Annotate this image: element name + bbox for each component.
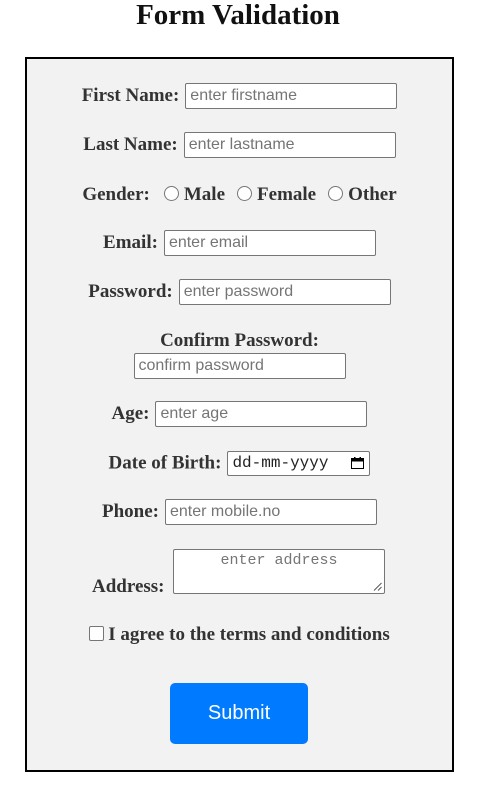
phone-label: Phone: bbox=[102, 501, 159, 522]
dob-row: Date of Birth: dd-mm-yyyy bbox=[27, 451, 452, 476]
address-textarea[interactable]: enter address bbox=[173, 549, 385, 594]
gender-other-label[interactable]: Other bbox=[348, 184, 397, 205]
gender-row: Gender: Male Female Other bbox=[27, 184, 452, 206]
age-label: Age: bbox=[111, 403, 150, 424]
gender-male-radio[interactable] bbox=[163, 185, 179, 201]
dob-input[interactable]: dd-mm-yyyy bbox=[227, 451, 371, 476]
address-label: Address: bbox=[92, 576, 165, 597]
confirm-password-label: Confirm Password: bbox=[160, 330, 319, 351]
last-name-label: Last Name: bbox=[83, 134, 178, 155]
gender-label: Gender: bbox=[82, 184, 150, 205]
last-name-row: Last Name: bbox=[27, 132, 452, 158]
terms-label[interactable]: I agree to the terms and conditions bbox=[108, 624, 389, 645]
phone-row: Phone: bbox=[27, 499, 452, 525]
calendar-icon[interactable] bbox=[351, 457, 365, 469]
submit-button[interactable]: Submit bbox=[170, 683, 308, 744]
confirm-password-row: Confirm Password: bbox=[27, 329, 452, 379]
validation-form: First Name: Last Name: Gender: Male Fema… bbox=[25, 57, 454, 772]
first-name-input[interactable] bbox=[185, 83, 398, 109]
page-title: Form Validation bbox=[136, 0, 340, 31]
confirm-password-input[interactable] bbox=[133, 353, 346, 379]
terms-row: I agree to the terms and conditions bbox=[27, 624, 452, 646]
password-row: Password: bbox=[27, 279, 452, 305]
gender-male-label[interactable]: Male bbox=[184, 184, 225, 205]
phone-input[interactable] bbox=[165, 499, 377, 525]
password-input[interactable] bbox=[178, 279, 391, 305]
password-label: Password: bbox=[88, 281, 173, 302]
first-name-row: First Name: bbox=[27, 83, 452, 109]
terms-checkbox[interactable] bbox=[89, 625, 105, 641]
last-name-input[interactable] bbox=[183, 132, 396, 158]
age-input[interactable] bbox=[155, 401, 368, 427]
resize-grip-icon[interactable] bbox=[373, 582, 382, 591]
email-label: Email: bbox=[103, 232, 158, 253]
first-name-label: First Name: bbox=[81, 85, 180, 106]
dob-label: Date of Birth: bbox=[108, 452, 222, 474]
gender-female-radio[interactable] bbox=[237, 185, 253, 201]
dob-value: dd-mm-yyyy bbox=[232, 454, 329, 472]
gender-other-radio[interactable] bbox=[328, 185, 344, 201]
address-placeholder: enter address bbox=[220, 552, 338, 569]
age-row: Age: bbox=[27, 401, 452, 427]
email-input[interactable] bbox=[163, 230, 376, 256]
gender-female-label[interactable]: Female bbox=[257, 184, 316, 205]
email-row: Email: bbox=[27, 230, 452, 256]
address-row: Address: enter address bbox=[27, 549, 452, 601]
